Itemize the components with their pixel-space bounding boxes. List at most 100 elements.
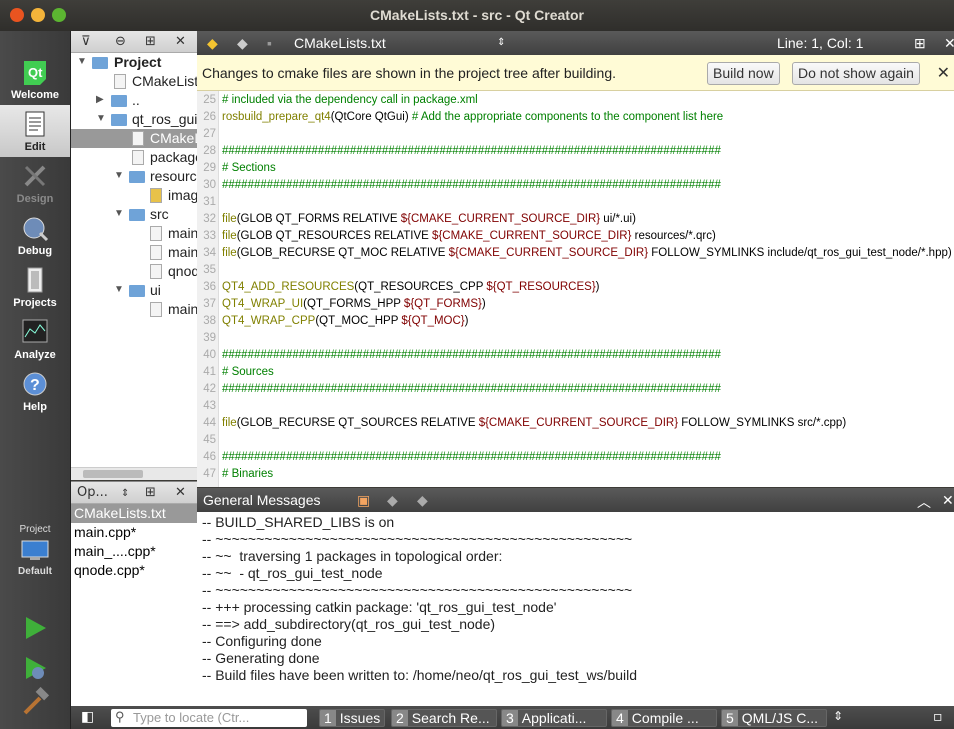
tree-item[interactable]: main_window.ui xyxy=(71,300,197,319)
mode-debug[interactable]: Debug xyxy=(0,209,70,261)
line-number: 38 xyxy=(203,315,216,327)
horizontal-scrollbar[interactable] xyxy=(71,467,197,480)
code-line: 34 file(GLOB_RECURSE QT_MOC RELATIVE ${CM… xyxy=(197,245,954,262)
list-item[interactable]: CMakeLists.txt xyxy=(71,504,197,523)
mode-analyze[interactable]: Analyze xyxy=(0,313,70,365)
tree-item[interactable]: images xyxy=(71,186,197,205)
open-documents-pane: Op... ⇕ ⊞ ✕ CMakeLists.txt main.cpp* mai… xyxy=(71,481,197,706)
next-arrow-icon[interactable]: ◆ xyxy=(417,492,428,509)
code-line: 42 ######################################… xyxy=(197,381,954,398)
tree-item[interactable]: ▼ Project xyxy=(71,53,197,72)
mode-welcome[interactable]: Qt Welcome xyxy=(0,53,70,105)
list-item[interactable]: main.cpp* xyxy=(71,523,197,542)
mode-projects[interactable]: Projects xyxy=(0,261,70,313)
tree-item[interactable]: ▼resources xyxy=(71,167,197,186)
maximize-chevron-icon[interactable]: ︿ xyxy=(917,492,931,512)
cursor-position[interactable]: Line: 1, Col: 1 xyxy=(777,35,863,51)
code-text: QT4_WRAP_CPP(QT_MOC_HPP ${QT_MOC}) xyxy=(222,315,469,327)
folder-icon xyxy=(129,171,145,183)
build-now-button[interactable]: Build now xyxy=(707,62,780,85)
split-icon[interactable]: ⊞ xyxy=(145,485,156,500)
tree-item[interactable]: ▼ src xyxy=(71,205,197,224)
mode-design[interactable]: Design xyxy=(0,157,70,209)
tree-item[interactable]: package.xml xyxy=(71,148,197,167)
line-number: 26 xyxy=(203,111,216,123)
code-editor[interactable]: 25 # included via the dependency call in … xyxy=(197,91,954,487)
folder-icon xyxy=(92,57,108,69)
line-number: 31 xyxy=(203,196,216,208)
run-icon[interactable] xyxy=(20,613,50,643)
kit-project-label: Project xyxy=(19,524,51,535)
mode-help[interactable]: ? Help xyxy=(0,365,70,417)
line-number: 30 xyxy=(203,179,216,191)
build-hammer-icon[interactable] xyxy=(20,687,50,717)
locator-placeholder: Type to locate (Ctr... xyxy=(133,710,250,725)
mode-label: Design xyxy=(16,193,54,205)
code-text: QT4_ADD_RESOURCES(QT_RESOURCES_CPP ${QT_… xyxy=(222,281,600,293)
code-text: rosbuild_prepare_qt4(QtCore QtGui) # Add… xyxy=(222,111,724,123)
cpp-file-icon xyxy=(150,264,162,279)
close-icon[interactable]: ✕ xyxy=(944,35,954,52)
tab-search-results[interactable]: 2 Search Re... xyxy=(391,709,497,727)
list-item[interactable]: qnode.cpp* xyxy=(71,561,197,580)
code-text: # Sources xyxy=(222,366,274,378)
split-icon[interactable]: ⊞ xyxy=(914,35,926,52)
tree-item[interactable]: qnode.cpp xyxy=(71,262,197,281)
tab-qml-js-console[interactable]: 5 QML/JS C... xyxy=(721,709,827,727)
split-icon[interactable]: ⊞ xyxy=(145,34,156,49)
open-docs-title[interactable]: Op... xyxy=(77,485,108,500)
output-line: -- Build files have been written to: /ho… xyxy=(202,667,638,683)
code-text: file(GLOB_RECURSE QT_MOC RELATIVE ${CMAK… xyxy=(222,247,952,259)
kit-selector[interactable]: Project Default xyxy=(0,524,70,577)
previous-arrow-icon[interactable]: ◆ xyxy=(387,492,398,509)
document-selector[interactable]: CMakeLists.txt xyxy=(294,35,386,51)
tree-item[interactable]: ▼ ui xyxy=(71,281,197,300)
tree-item[interactable]: main.cpp xyxy=(71,224,197,243)
close-icon[interactable]: ✕ xyxy=(175,34,186,49)
forward-arrow-icon[interactable]: ◆ xyxy=(237,35,248,52)
tree-item[interactable]: main_window.cpp xyxy=(71,243,197,262)
folder-icon xyxy=(111,95,127,107)
folder-icon xyxy=(129,285,145,297)
back-arrow-icon[interactable]: ◆ xyxy=(207,35,218,52)
status-bar: ◧ ⚲ Type to locate (Ctr... 1 Issues 2 Sear… xyxy=(71,706,954,729)
tab-issues[interactable]: 1 Issues xyxy=(319,709,385,727)
chevron-updown-icon[interactable]: ⇕ xyxy=(121,488,129,499)
tree-item[interactable]: ▼qt_ros_gui_test_node xyxy=(71,110,197,129)
mode-label: Projects xyxy=(13,297,57,309)
close-icon[interactable]: ✕ xyxy=(937,63,950,82)
tree-item[interactable]: CMakeLists.txt xyxy=(71,72,197,91)
tree-item-selected[interactable]: CMakeLists.txt xyxy=(71,129,197,148)
output-line: -- ~~ - qt_ros_gui_test_node xyxy=(202,565,383,581)
code-line: 31 xyxy=(197,194,954,211)
do-not-show-again-button[interactable]: Do not show again xyxy=(792,62,920,85)
output-line: -- BUILD_SHARED_LIBS is on xyxy=(202,514,395,530)
chevron-updown-icon[interactable]: ⇕ xyxy=(497,37,505,48)
line-number: 41 xyxy=(203,366,216,378)
tree-item[interactable]: ▶.. xyxy=(71,91,197,110)
toggle-sidebar-icon[interactable]: ◧ xyxy=(81,709,94,725)
clear-output-icon[interactable]: ▣ xyxy=(357,492,370,509)
tab-compile-output[interactable]: 4 Compile ... xyxy=(611,709,717,727)
tab-application-output[interactable]: 3 Applicati... xyxy=(501,709,607,727)
progress-toggle-icon[interactable]: ▫ xyxy=(933,709,943,725)
chevron-updown-icon[interactable]: ⇕ xyxy=(833,709,843,723)
line-number: 43 xyxy=(203,400,216,412)
output-line: -- ~~~~~~~~~~~~~~~~~~~~~~~~~~~~~~~~~~~~~… xyxy=(202,582,633,598)
filter-icon[interactable]: ⊽ xyxy=(81,34,91,49)
monitor-icon xyxy=(21,540,49,560)
link-icon[interactable]: ⊖ xyxy=(115,34,126,49)
project-tree-pane: ⊽ ⊖ ⊞ ✕ ▼Project CMakeLists.txt ▶.. ▼qt_… xyxy=(71,31,197,480)
debug-run-icon[interactable] xyxy=(20,653,50,683)
code-line: 35 xyxy=(197,262,954,279)
close-icon[interactable]: ✕ xyxy=(175,485,186,500)
locator-input[interactable]: ⚲ Type to locate (Ctr... xyxy=(111,709,307,727)
mode-edit[interactable]: Edit xyxy=(0,105,70,157)
svg-text:Qt: Qt xyxy=(28,65,43,80)
general-messages-output: -- BUILD_SHARED_LIBS is on -- ~~~~~~~~~~… xyxy=(197,512,954,706)
code-line: 33 file(GLOB QT_RESOURCES RELATIVE ${CMAK… xyxy=(197,228,954,245)
list-item[interactable]: main_....cpp* xyxy=(71,542,197,561)
projects-icon xyxy=(27,267,43,293)
code-line: 26 rosbuild_prepare_qt4(QtCore QtGui) # A… xyxy=(197,109,954,126)
close-icon[interactable]: ✕ xyxy=(942,492,954,509)
